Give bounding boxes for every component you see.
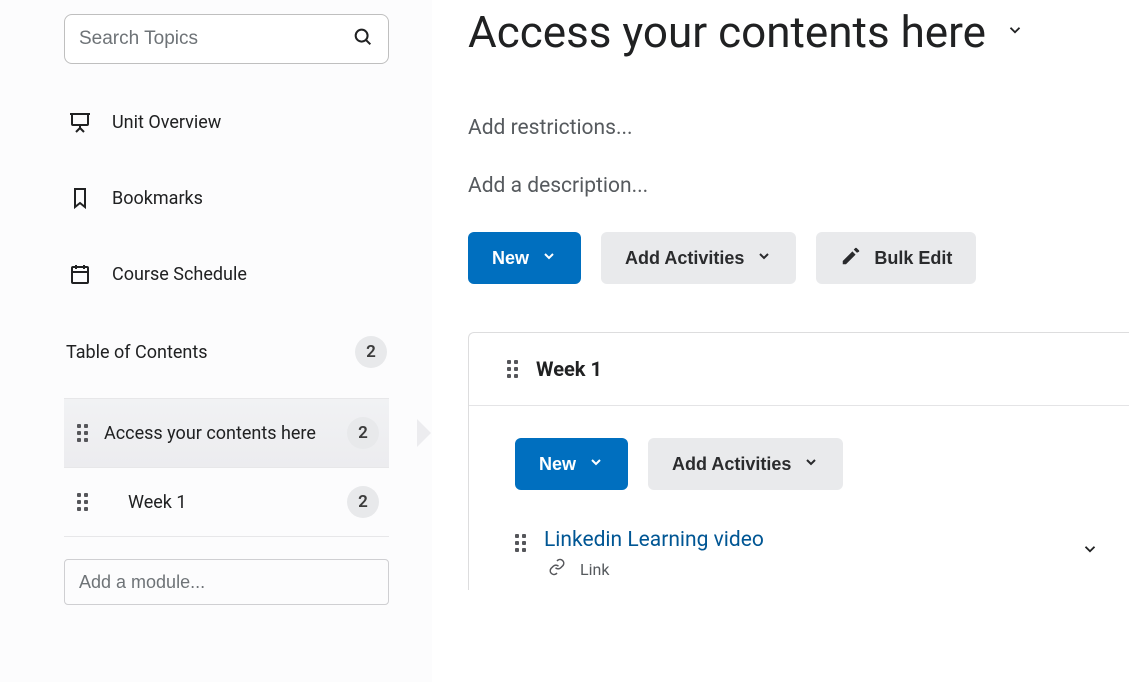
module-count-badge: 2 [347, 486, 379, 518]
submodule-new-button[interactable]: New [515, 438, 628, 490]
chevron-down-icon [803, 454, 819, 475]
button-label: Add Activities [625, 248, 744, 269]
nav-label: Bookmarks [112, 188, 203, 209]
chevron-down-icon [541, 248, 557, 269]
nav-bookmarks[interactable]: Bookmarks [64, 180, 389, 216]
search-input[interactable] [79, 28, 352, 50]
drag-handle-icon[interactable] [74, 493, 90, 511]
bookmark-icon [66, 186, 94, 210]
drag-handle-icon[interactable] [507, 360, 518, 378]
main-content: Access your contents here Add restrictio… [432, 0, 1129, 682]
toc-label: Table of Contents [66, 342, 208, 363]
add-restrictions[interactable]: Add restrictions... [468, 116, 1129, 140]
submodule-panel: Week 1 New Add Activities [468, 332, 1129, 590]
nav-unit-overview[interactable]: Unit Overview [64, 104, 389, 140]
link-icon [548, 558, 566, 580]
submodule-header[interactable]: Week 1 [469, 333, 1129, 406]
title-dropdown[interactable] [1006, 21, 1024, 43]
submodule-add-activities-button[interactable]: Add Activities [648, 438, 843, 490]
new-button[interactable]: New [468, 232, 581, 284]
add-description[interactable]: Add a description... [468, 174, 1129, 198]
chevron-down-icon [588, 454, 604, 475]
sidebar: Unit Overview Bookmarks [0, 0, 432, 682]
nav-label: Course Schedule [112, 264, 247, 285]
nav-label: Unit Overview [112, 112, 221, 133]
button-label: New [492, 248, 529, 269]
page-title: Access your contents here [468, 6, 986, 58]
bulk-edit-button[interactable]: Bulk Edit [816, 232, 976, 284]
chevron-down-icon [756, 248, 772, 269]
nav-list: Unit Overview Bookmarks [64, 104, 389, 292]
search-icon [352, 26, 374, 52]
button-label: Bulk Edit [874, 248, 952, 269]
drag-handle-icon[interactable] [515, 534, 526, 552]
topic-link[interactable]: Linkedin Learning video [544, 528, 764, 552]
module-access-contents[interactable]: Access your contents here 2 [64, 398, 389, 467]
topic-type: Link [580, 560, 609, 579]
module-label: Access your contents here [104, 420, 333, 447]
presentation-icon [66, 110, 94, 134]
search-topics[interactable] [64, 14, 389, 64]
add-module[interactable] [64, 559, 389, 605]
drag-handle-icon[interactable] [74, 424, 90, 442]
edit-icon [840, 245, 862, 272]
button-label: Add Activities [672, 454, 791, 475]
add-module-input[interactable] [79, 572, 374, 593]
module-count-badge: 2 [347, 417, 379, 449]
nav-course-schedule[interactable]: Course Schedule [64, 256, 389, 292]
toc-count-badge: 2 [355, 336, 387, 368]
submodule-title: Week 1 [536, 357, 602, 381]
topic-row: Linkedin Learning video Link [515, 518, 1129, 580]
button-label: New [539, 454, 576, 475]
calendar-icon [66, 262, 94, 286]
module-week1[interactable]: Week 1 2 [64, 467, 389, 537]
table-of-contents[interactable]: Table of Contents 2 [64, 332, 389, 372]
module-label: Week 1 [104, 489, 333, 516]
add-activities-button[interactable]: Add Activities [601, 232, 796, 284]
topic-dropdown[interactable] [1081, 540, 1099, 562]
module-list: Access your contents here 2 Week 1 2 [64, 398, 389, 537]
